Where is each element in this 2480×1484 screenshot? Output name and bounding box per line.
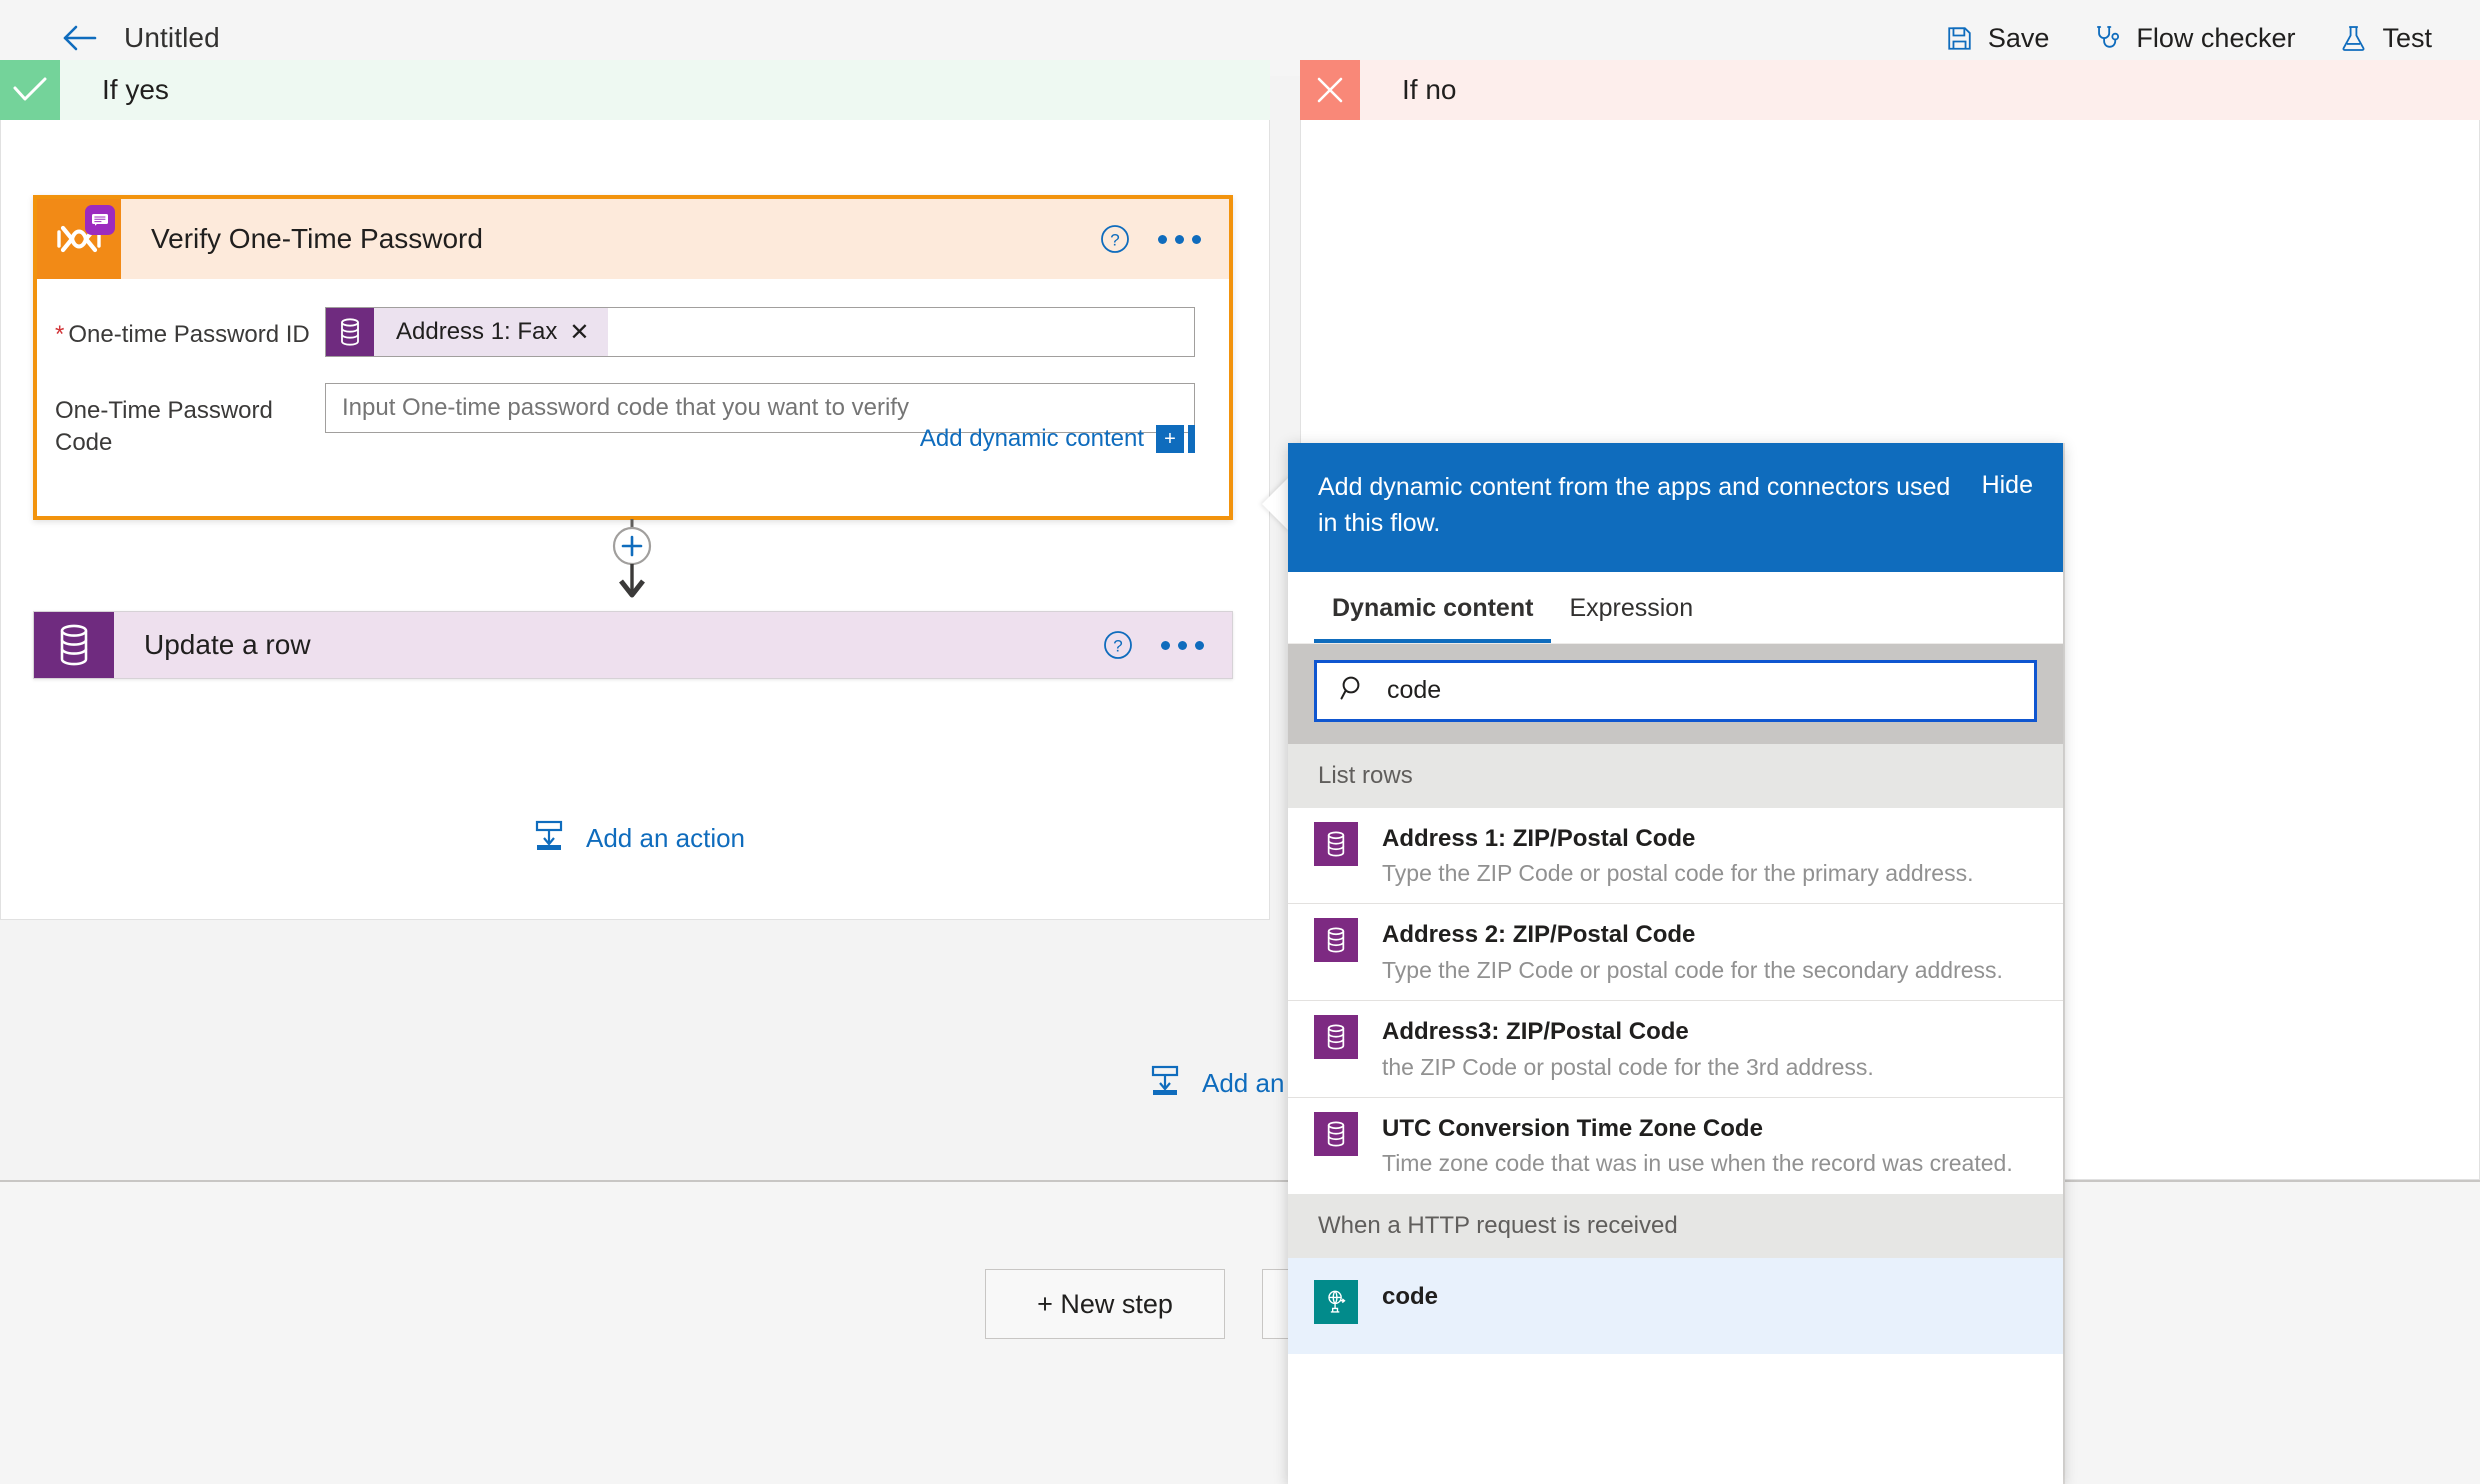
http-request-icon xyxy=(1314,1279,1358,1324)
list-item[interactable]: Address 2: ZIP/Postal Code Type the ZIP … xyxy=(1288,904,2063,1002)
field-label-text: One-time Password ID xyxy=(68,321,310,348)
action-card-body: * One-time Password ID Address 1: Fax ✕ … xyxy=(37,279,1229,516)
list-item-description: Type the ZIP Code or postal code for the… xyxy=(1382,860,1974,887)
flask-icon xyxy=(2339,24,2368,53)
add-dynamic-content-link[interactable]: Add dynamic content xyxy=(920,425,1144,453)
list-item-name: Address3: ZIP/Postal Code xyxy=(1382,1018,1689,1046)
field-row-otp-id: * One-time Password ID Address 1: Fax ✕ xyxy=(55,307,1195,357)
dataverse-icon xyxy=(1314,1111,1358,1156)
group-header-http-trigger: When a HTTP request is received xyxy=(1288,1193,2063,1258)
add-action-button-if-no[interactable]: Add an a xyxy=(1148,1063,1306,1104)
dataverse-icon xyxy=(34,612,114,678)
search-box[interactable] xyxy=(1314,659,2037,722)
list-item-name: Address 2: ZIP/Postal Code xyxy=(1382,921,1696,949)
list-item-text: Address 2: ZIP/Postal Code Type the ZIP … xyxy=(1382,918,2033,986)
list-item-text: Address3: ZIP/Postal Code the ZIP Code o… xyxy=(1382,1015,2033,1083)
branch-header-if-no: If no xyxy=(1300,60,2480,120)
branch-header-if-yes: If yes xyxy=(0,60,1270,120)
add-dynamic-content-plus-button[interactable]: + xyxy=(1156,425,1184,453)
dataverse-icon xyxy=(1314,821,1358,866)
test-button[interactable]: Test xyxy=(2339,23,2432,54)
ellipsis-icon[interactable] xyxy=(1156,229,1203,250)
action-card-title: Verify One-Time Password xyxy=(151,223,483,254)
save-label: Save xyxy=(1987,22,2050,53)
otp-id-input[interactable]: Address 1: Fax ✕ xyxy=(325,307,1195,357)
flyout-callout-pointer xyxy=(1262,476,1290,532)
command-bar-actions: Save Flow checker Test xyxy=(1945,23,2432,54)
field-label-otp-code: One-Time Password Code xyxy=(55,397,273,457)
flyout-tabs: Dynamic content Expression xyxy=(1288,571,2063,644)
help-circle-icon[interactable]: ? xyxy=(1101,628,1135,662)
required-asterisk: * xyxy=(55,321,65,348)
add-action-label: Add an action xyxy=(586,823,746,853)
back-arrow-icon[interactable] xyxy=(58,16,102,60)
list-item-name: UTC Conversion Time Zone Code xyxy=(1382,1114,1763,1142)
action-card-header[interactable]: Verify One-Time Password ? xyxy=(37,199,1229,279)
add-dynamic-content-caret[interactable] xyxy=(1188,425,1195,453)
list-item[interactable]: Address3: ZIP/Postal Code the ZIP Code o… xyxy=(1288,1001,2063,1098)
list-item-name: code xyxy=(1382,1282,1439,1310)
list-item-text: code xyxy=(1382,1280,2033,1314)
verify-otp-connector-icon xyxy=(37,199,121,279)
token-remove-icon[interactable]: ✕ xyxy=(569,318,607,347)
dataverse-icon xyxy=(326,308,374,356)
token-label: Address 1: Fax xyxy=(396,318,558,345)
add-dynamic-content-row: Add dynamic content + xyxy=(325,425,1195,453)
add-action-button-if-yes[interactable]: Add an action xyxy=(532,818,745,859)
check-icon xyxy=(0,60,60,120)
list-item-name: Address 1: ZIP/Postal Code xyxy=(1382,824,1696,852)
flyout-header-text: Add dynamic content from the apps and co… xyxy=(1318,473,1951,538)
flyout-header: Add dynamic content from the apps and co… xyxy=(1288,443,2063,572)
branch-label-if-no: If no xyxy=(1360,60,2480,120)
tab-dynamic-content[interactable]: Dynamic content xyxy=(1314,572,1552,643)
svg-text:?: ? xyxy=(1110,231,1119,250)
flyout-search-area xyxy=(1288,643,2063,744)
list-item[interactable]: UTC Conversion Time Zone Code Time zone … xyxy=(1288,1098,2063,1194)
list-item-description: Time zone code that was in use when the … xyxy=(1382,1150,2013,1177)
flyout-right-divider xyxy=(2063,443,2065,1484)
list-item[interactable]: code xyxy=(1288,1257,2063,1354)
branch-label-if-yes: If yes xyxy=(60,60,1270,120)
ellipsis-icon[interactable] xyxy=(1159,635,1206,656)
sms-badge-icon xyxy=(85,205,115,235)
field-row-otp-code: One-Time Password Code Add dynamic conte… xyxy=(55,383,1195,460)
search-input[interactable] xyxy=(1387,676,2012,705)
dataverse-icon xyxy=(1314,918,1358,963)
new-step-button[interactable]: + New step xyxy=(985,1269,1225,1339)
flow-canvas-footer xyxy=(0,1180,2480,1484)
dynamic-content-flyout: Add dynamic content from the apps and co… xyxy=(1288,443,2063,1484)
save-icon xyxy=(1945,24,1974,53)
action-card-controls: ? xyxy=(1101,612,1232,678)
insert-below-icon xyxy=(532,818,566,859)
dynamic-content-list[interactable]: List rows Address 1: ZIP/Postal Code Typ… xyxy=(1288,743,2063,1484)
field-label-otp-id: * One-time Password ID xyxy=(55,307,325,351)
page-title: Untitled xyxy=(124,22,220,53)
tab-expression[interactable]: Expression xyxy=(1551,572,1711,643)
list-item[interactable]: Address 1: ZIP/Postal Code Type the ZIP … xyxy=(1288,808,2063,905)
action-card-title: Update a row xyxy=(144,629,311,660)
list-item-text: UTC Conversion Time Zone Code Time zone … xyxy=(1382,1112,2033,1180)
test-label: Test xyxy=(2382,22,2432,53)
list-item-description: Type the ZIP Code or postal code for the… xyxy=(1382,956,2003,983)
group-header-list-rows: List rows xyxy=(1288,743,2063,808)
action-card-verify-otp[interactable]: Verify One-Time Password ? * One-time Pas… xyxy=(33,195,1233,520)
step-connector[interactable] xyxy=(600,519,664,607)
save-button[interactable]: Save xyxy=(1945,22,2050,54)
stethoscope-icon xyxy=(2093,24,2122,53)
flow-checker-label: Flow checker xyxy=(2136,22,2296,53)
close-icon xyxy=(1300,60,1360,120)
insert-below-icon xyxy=(1148,1063,1182,1104)
search-icon xyxy=(1339,674,1367,707)
hide-flyout-button[interactable]: Hide xyxy=(1982,469,2033,500)
list-item-description: the ZIP Code or postal code for the 3rd … xyxy=(1382,1053,1874,1080)
action-card-controls: ? xyxy=(1098,199,1229,279)
flow-designer-canvas: Untitled Save Flow checker Test If yes I… xyxy=(0,0,2480,1484)
flow-checker-button[interactable]: Flow checker xyxy=(2093,23,2295,54)
action-card-update-row[interactable]: Update a row ? xyxy=(33,611,1233,679)
help-circle-icon[interactable]: ? xyxy=(1098,222,1132,256)
dataverse-icon xyxy=(1314,1015,1358,1060)
list-item-text: Address 1: ZIP/Postal Code Type the ZIP … xyxy=(1382,822,2033,890)
dynamic-token-chip[interactable]: Address 1: Fax ✕ xyxy=(326,308,608,356)
svg-text:?: ? xyxy=(1113,637,1122,656)
